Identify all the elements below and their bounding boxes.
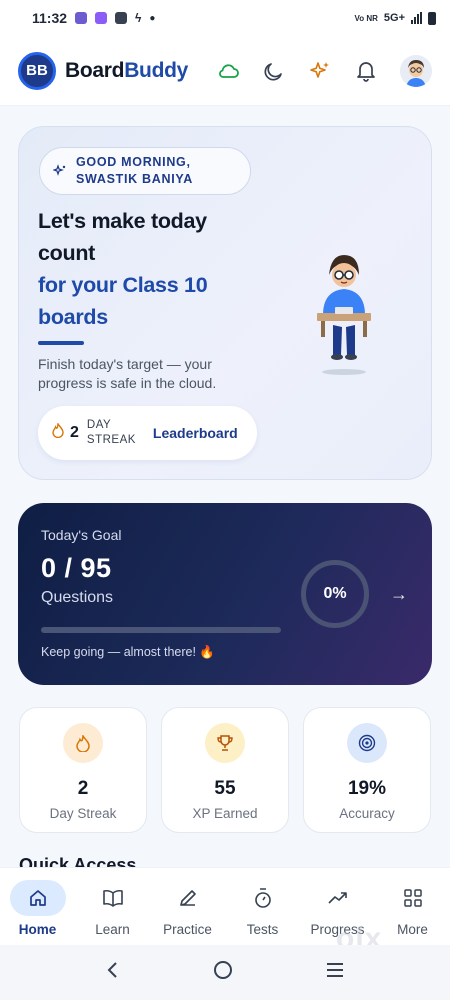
hero-title-blue-line1: for your Class 10 xyxy=(38,273,208,297)
cloud-icon[interactable] xyxy=(216,59,240,83)
grid-icon xyxy=(385,880,441,916)
stat-value: 19% xyxy=(347,778,387,799)
greeting-pill: GOOD MORNING, SWASTIK BANIYA xyxy=(39,147,251,195)
bell-icon[interactable] xyxy=(354,59,378,83)
volte-label: Vo NR xyxy=(354,13,378,23)
stat-card-accuracy[interactable]: 19% Accuracy xyxy=(303,707,431,833)
nav-home[interactable]: Home xyxy=(0,868,75,945)
greeting-name: SWASTIK BANIYA xyxy=(76,172,193,186)
hero-title-line2: count xyxy=(38,241,96,265)
nav-practice[interactable]: Practice xyxy=(150,868,225,945)
hero-title-line1: Let's make today xyxy=(38,209,207,233)
goal-unit: Questions xyxy=(41,589,114,606)
target-icon xyxy=(347,723,387,763)
brand-part2: Buddy xyxy=(124,58,189,82)
goal-percent: 0% xyxy=(323,585,347,602)
logo-text: BB xyxy=(26,62,48,79)
stat-label: Day Streak xyxy=(49,806,117,821)
home-icon xyxy=(9,880,66,916)
signal-icon xyxy=(411,12,422,24)
hero-subtitle: Finish today's target — your progress is… xyxy=(38,356,217,391)
streak-label: DAY STREAK xyxy=(86,419,136,446)
todays-goal-card[interactable]: Today's Goal 0 / 95 Questions Keep going… xyxy=(18,503,432,685)
stat-label: XP Earned xyxy=(192,806,258,821)
goal-message: Keep going — almost there! 🔥 xyxy=(41,645,215,659)
stopwatch-icon xyxy=(235,880,291,916)
hero-title-blue-line2: boards xyxy=(38,305,108,329)
brand-part1: Board xyxy=(65,58,125,82)
brand-name: BoardBuddy xyxy=(65,59,188,83)
stat-value: 55 xyxy=(214,778,236,799)
pencil-icon xyxy=(160,880,216,916)
system-navigation xyxy=(0,945,450,1000)
status-bar: 11:32 ϟ ● Vo NR 5G+ xyxy=(0,0,450,36)
streak-pill: 2 DAY STREAK Leaderboard xyxy=(38,406,257,460)
status-time: 11:32 xyxy=(32,10,68,26)
app-header: BB BoardBuddy xyxy=(0,36,450,106)
hero-accent-bar xyxy=(38,341,84,345)
goal-label: Today's Goal xyxy=(41,527,122,543)
stat-card-streak[interactable]: 2 Day Streak xyxy=(19,707,147,833)
stat-label: Accuracy xyxy=(339,806,395,821)
sparkle-icon xyxy=(50,164,70,178)
nav-label: Tests xyxy=(246,922,279,937)
arrow-right-icon[interactable]: → xyxy=(390,584,408,605)
home-circle-icon[interactable] xyxy=(212,959,234,986)
notification-icon xyxy=(115,12,128,24)
flame-icon xyxy=(63,723,103,763)
recents-icon[interactable] xyxy=(325,961,345,984)
hero-card: GOOD MORNING, SWASTIK BANIYA Let's make … xyxy=(18,126,432,480)
stat-value: 2 xyxy=(77,778,89,799)
stat-card-xp[interactable]: 55 XP Earned xyxy=(161,707,289,833)
nav-label: Home xyxy=(18,922,57,937)
moon-icon[interactable] xyxy=(262,59,286,83)
sparkle-icon[interactable] xyxy=(308,59,332,83)
nav-tests[interactable]: Tests xyxy=(225,868,300,945)
streak-value: 2 xyxy=(70,424,79,441)
book-icon xyxy=(85,880,141,916)
back-icon[interactable] xyxy=(105,960,121,985)
nav-learn[interactable]: Learn xyxy=(75,868,150,945)
trophy-icon xyxy=(205,723,245,763)
goal-progress-bar xyxy=(41,627,281,633)
network-label: 5G+ xyxy=(383,12,405,24)
goal-progress-ring: 0% xyxy=(301,560,369,628)
more-notifications-icon: ● xyxy=(149,12,156,24)
nav-label: Practice xyxy=(163,922,212,937)
greeting-line1: GOOD MORNING, xyxy=(76,155,191,169)
trend-icon xyxy=(310,880,366,916)
notification-icon xyxy=(75,12,88,24)
app-logo[interactable]: BB xyxy=(18,51,56,90)
flame-icon xyxy=(52,421,64,443)
battery-icon xyxy=(428,11,436,25)
student-illustration xyxy=(309,245,379,375)
goal-count: 0 / 95 xyxy=(41,553,112,583)
notification-icon xyxy=(95,12,108,24)
hero-title: Let's make today count for your Class 10… xyxy=(38,205,278,333)
bolt-icon: ϟ xyxy=(135,11,142,25)
avatar[interactable] xyxy=(400,54,432,87)
leaderboard-link[interactable]: Leaderboard xyxy=(153,425,238,441)
nav-label: Learn xyxy=(95,922,130,937)
